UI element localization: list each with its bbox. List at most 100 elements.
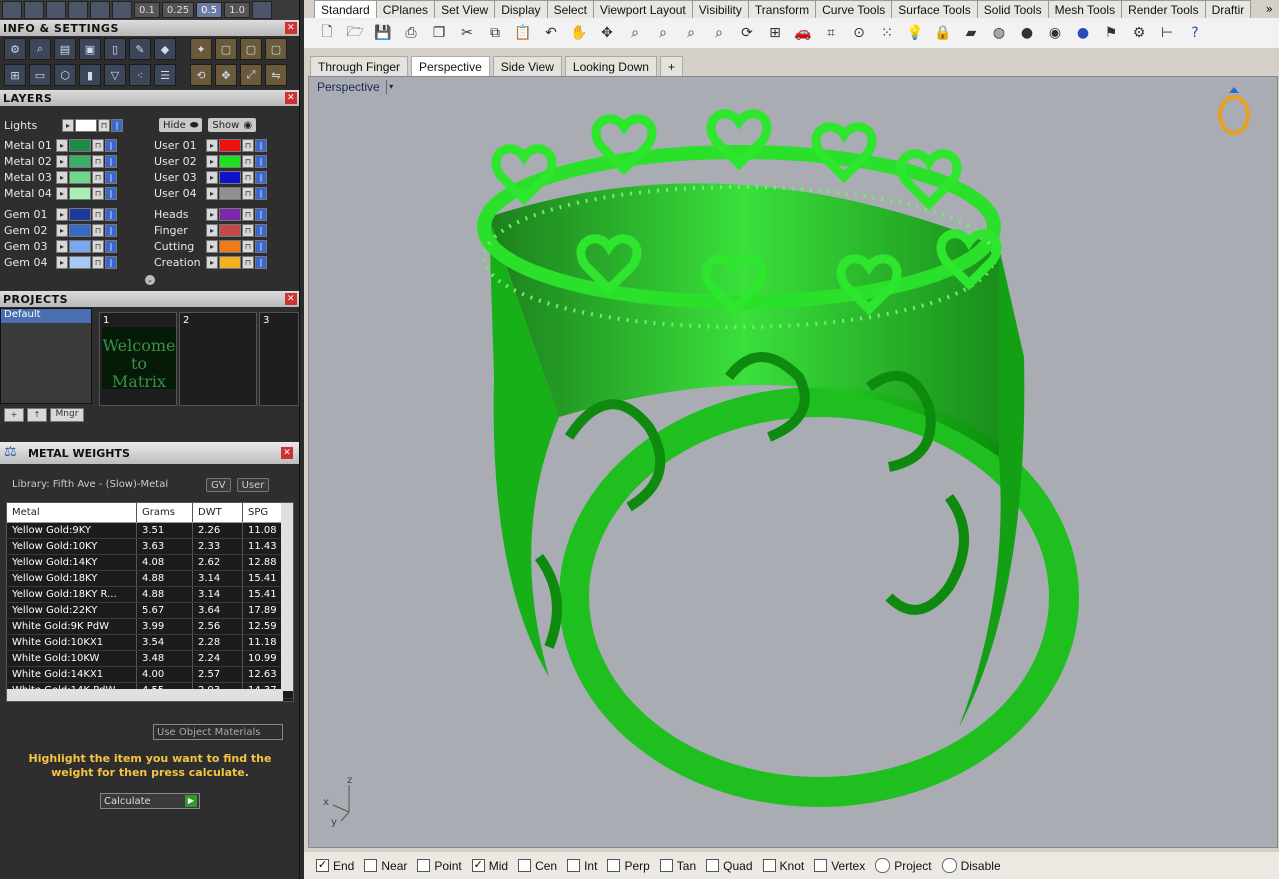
grid-icon[interactable] bbox=[2, 1, 22, 19]
osnap-item[interactable]: Point bbox=[417, 859, 462, 873]
layer-row[interactable]: Gem 02 ▸ ⊓ | bbox=[4, 222, 117, 238]
osnap-item[interactable]: ✓ End bbox=[316, 859, 354, 873]
cylinder-icon[interactable]: ▮ bbox=[79, 64, 101, 86]
visibility-icon[interactable]: | bbox=[105, 239, 117, 253]
layer-row[interactable]: Cutting ▸ ⊓ | bbox=[154, 238, 267, 254]
layer-color-swatch[interactable] bbox=[69, 255, 91, 269]
lock-icon[interactable]: ⊓ bbox=[92, 154, 104, 168]
grid-snap-icon[interactable]: ⊙ bbox=[848, 22, 870, 44]
rotate-view-icon[interactable]: ⟳ bbox=[736, 22, 758, 44]
copy-file-icon[interactable]: ❐ bbox=[428, 22, 450, 44]
lock-icon[interactable]: ⊓ bbox=[242, 138, 254, 152]
layer-row[interactable]: Creation ▸ ⊓ | bbox=[154, 254, 267, 270]
box-icon[interactable] bbox=[24, 1, 44, 19]
layer-row[interactable]: Metal 04 ▸ ⊓ | bbox=[4, 185, 117, 201]
osnap-item[interactable]: Cen bbox=[518, 859, 557, 873]
save-icon[interactable]: 💾 bbox=[372, 22, 394, 44]
light-bulb-icon[interactable]: 💡 bbox=[904, 22, 926, 44]
paste-icon[interactable]: 📋 bbox=[512, 22, 534, 44]
collapse-icon[interactable]: ⌄ bbox=[145, 275, 155, 285]
layer-row[interactable]: User 02 ▸ ⊓ | bbox=[154, 153, 267, 169]
lock-icon[interactable]: ⊓ bbox=[98, 118, 110, 132]
lock-icon[interactable]: ⊓ bbox=[242, 207, 254, 221]
viewport-tab[interactable]: Looking Down bbox=[564, 56, 657, 76]
shade-sphere-icon[interactable]: ● bbox=[1016, 22, 1038, 44]
expand-icon[interactable]: ▸ bbox=[206, 170, 218, 184]
checkbox[interactable]: ✓ bbox=[471, 859, 485, 872]
lock-icon[interactable]: ⊓ bbox=[242, 255, 254, 269]
lock-icon[interactable]: ⊓ bbox=[242, 186, 254, 200]
toolbar-tab[interactable]: Display bbox=[494, 0, 548, 18]
col-spg[interactable]: SPG bbox=[243, 503, 283, 522]
open-folder-icon[interactable]: 🗁 bbox=[344, 22, 366, 44]
pick-icon[interactable]: ⚑ bbox=[1100, 22, 1122, 44]
table-row[interactable]: Yellow Gold:22KY 5.67 3.64 17.89 bbox=[7, 603, 293, 619]
add-project-icon[interactable]: + bbox=[4, 408, 24, 422]
gauge-icon[interactable] bbox=[112, 1, 132, 19]
checkbox[interactable] bbox=[762, 859, 776, 872]
lock-icon[interactable]: ⊓ bbox=[92, 170, 104, 184]
table-row[interactable]: Yellow Gold:14KY 4.08 2.62 12.88 bbox=[7, 555, 293, 571]
osnap-item[interactable]: Int bbox=[567, 859, 597, 873]
table-row[interactable]: Yellow Gold:18KY 4.88 3.14 15.41 bbox=[7, 571, 293, 587]
monitor-icon[interactable]: ▭ bbox=[29, 64, 51, 86]
edit-icon[interactable]: ✎ bbox=[129, 38, 151, 60]
visibility-icon[interactable]: | bbox=[105, 186, 117, 200]
expand-icon[interactable]: ▸ bbox=[206, 154, 218, 168]
visibility-icon[interactable]: | bbox=[255, 138, 267, 152]
car-icon[interactable]: 🚗 bbox=[792, 22, 814, 44]
zoom-level-1[interactable]: 0.25 bbox=[161, 2, 195, 18]
layer-color-swatch[interactable] bbox=[219, 223, 241, 237]
settings-icon[interactable]: ⚙ bbox=[4, 38, 26, 60]
expand-icon[interactable]: ▸ bbox=[206, 255, 218, 269]
osnap-item[interactable]: Vertex bbox=[814, 859, 865, 873]
lock-icon[interactable]: ⊓ bbox=[242, 154, 254, 168]
layer-color-swatch[interactable] bbox=[69, 223, 91, 237]
lock-icon[interactable]: ⊓ bbox=[242, 223, 254, 237]
properties-icon[interactable]: ☰ bbox=[154, 64, 176, 86]
move-icon[interactable]: ✥ bbox=[215, 64, 237, 86]
lights-swatch[interactable] bbox=[75, 118, 97, 132]
osnap-item[interactable]: Tan bbox=[659, 859, 696, 873]
table-row[interactable]: Yellow Gold:18KY R... 4.88 3.14 15.41 bbox=[7, 587, 293, 603]
copy-icon[interactable]: ⧉ bbox=[484, 22, 506, 44]
up-icon[interactable]: ↑ bbox=[27, 408, 47, 422]
visibility-icon[interactable]: | bbox=[105, 138, 117, 152]
project-toggle[interactable]: Project bbox=[875, 858, 932, 873]
visibility-icon[interactable]: | bbox=[255, 154, 267, 168]
viewport-grid-icon[interactable]: ⊞ bbox=[4, 64, 26, 86]
checkbox[interactable]: ✓ bbox=[316, 859, 329, 872]
expand-icon[interactable]: ▸ bbox=[206, 207, 218, 221]
layer-row[interactable]: User 04 ▸ ⊓ | bbox=[154, 185, 267, 201]
user-toggle[interactable]: User bbox=[236, 478, 270, 492]
layer-row[interactable]: User 03 ▸ ⊓ | bbox=[154, 169, 267, 185]
zoom-selected-icon[interactable]: ⌕ bbox=[708, 22, 730, 44]
expand-icon[interactable]: ▸ bbox=[62, 118, 74, 132]
lock-icon[interactable]: ⊓ bbox=[92, 223, 104, 237]
metal-weights-table[interactable]: Metal Grams DWT SPG Yellow Gold:9KY 3.51… bbox=[6, 502, 294, 702]
visibility-icon[interactable]: | bbox=[105, 207, 117, 221]
checkbox[interactable] bbox=[364, 859, 378, 872]
calculate-button[interactable]: Calculate ▶ bbox=[100, 793, 200, 809]
points-on-icon[interactable]: ⁙ bbox=[876, 22, 898, 44]
visibility-icon[interactable]: | bbox=[111, 118, 123, 132]
checkbox[interactable] bbox=[706, 859, 720, 872]
checkbox[interactable] bbox=[518, 859, 532, 872]
four-view-icon[interactable]: ⊞ bbox=[764, 22, 786, 44]
project-default[interactable]: Default bbox=[1, 309, 91, 323]
expand-icon[interactable]: ▸ bbox=[56, 223, 68, 237]
visibility-icon[interactable]: | bbox=[255, 223, 267, 237]
close-icon[interactable]: ✕ bbox=[281, 447, 293, 459]
wire-cube-icon[interactable]: ⬡ bbox=[54, 64, 76, 86]
zoom-extents-icon[interactable]: ⌕ bbox=[680, 22, 702, 44]
pen-icon[interactable] bbox=[46, 1, 66, 19]
points-icon[interactable]: ⁖ bbox=[129, 64, 151, 86]
close-icon[interactable]: ✕ bbox=[285, 92, 297, 104]
perspective-viewport[interactable]: Perspective ▾ z x y bbox=[308, 76, 1278, 848]
add-viewport-tab-button[interactable]: + bbox=[659, 56, 683, 76]
layer-row[interactable]: User 01 ▸ ⊓ | bbox=[154, 137, 267, 153]
table-row[interactable]: White Gold:10KW 3.48 2.24 10.99 bbox=[7, 651, 293, 667]
pan-icon[interactable]: ✋ bbox=[568, 22, 590, 44]
osnap-item[interactable]: Near bbox=[364, 859, 407, 873]
layer-color-swatch[interactable] bbox=[69, 170, 91, 184]
